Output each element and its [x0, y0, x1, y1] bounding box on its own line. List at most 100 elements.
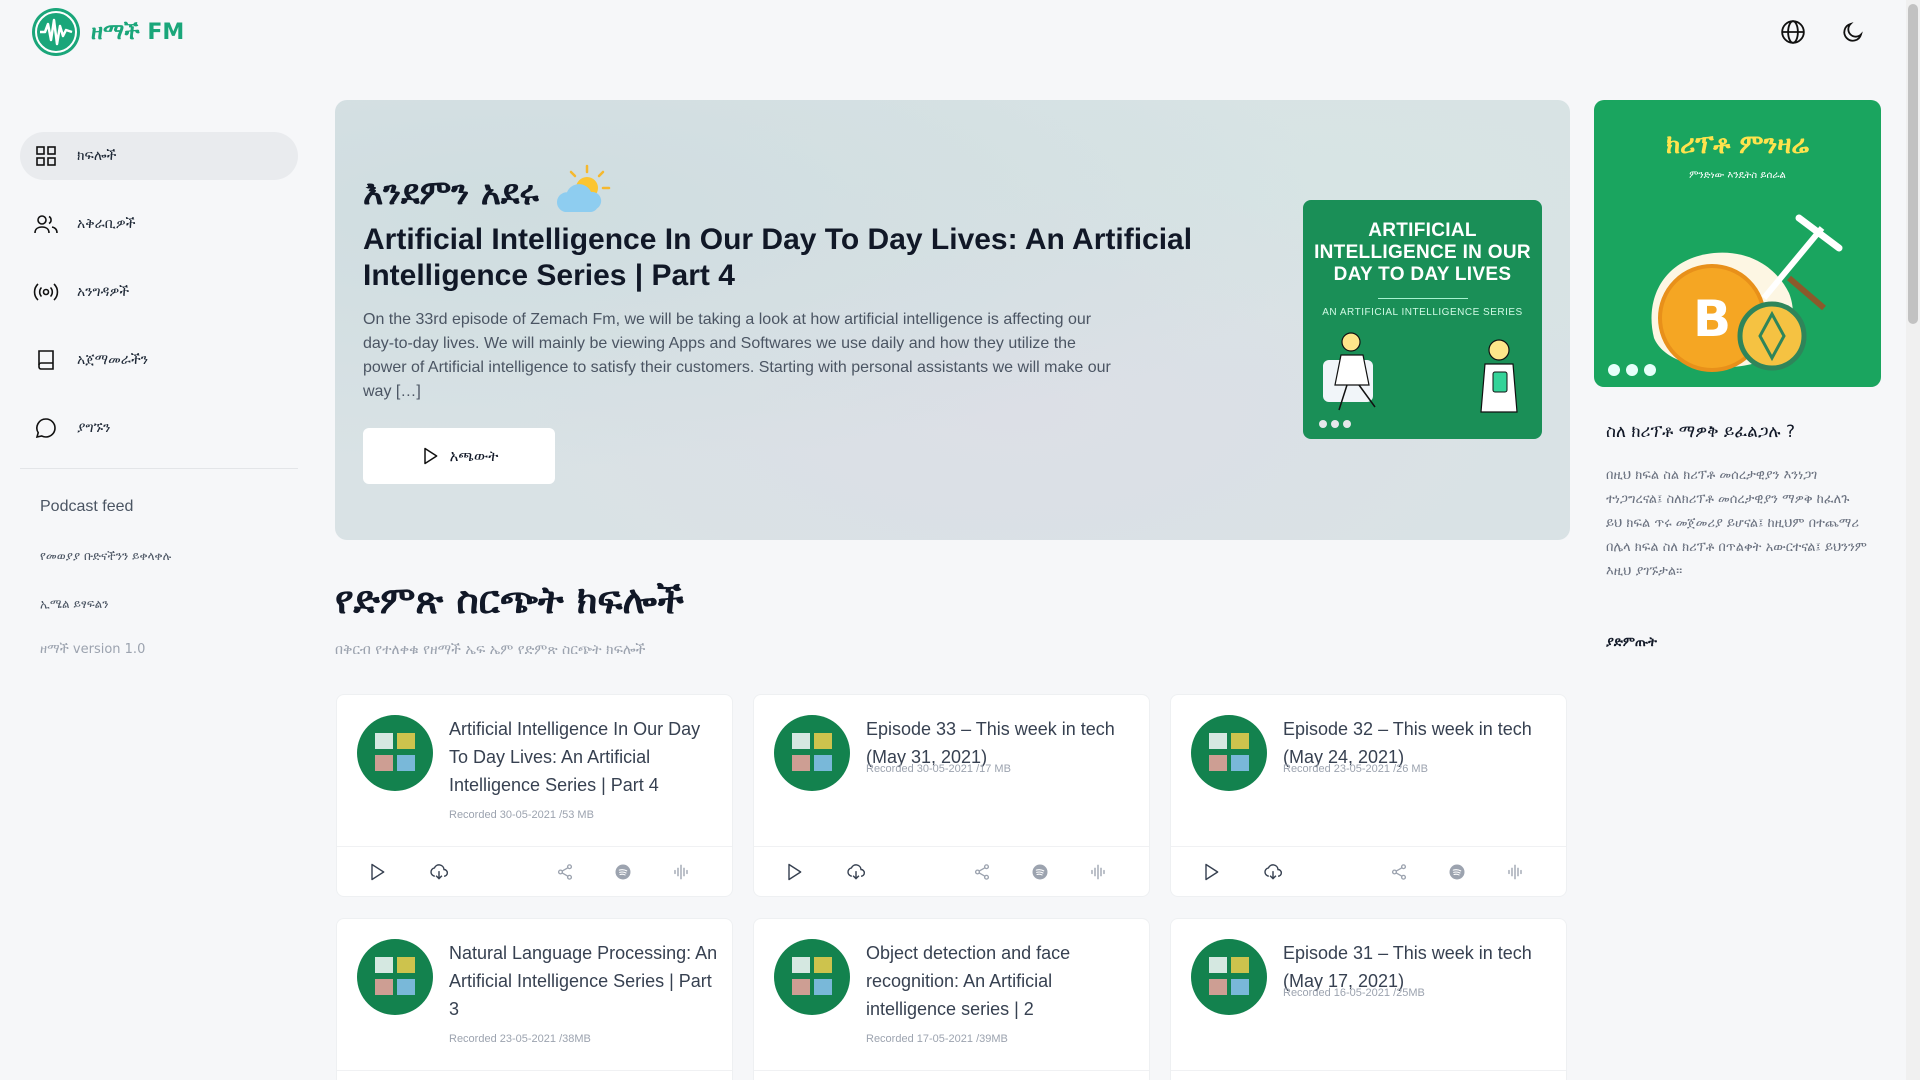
- greeting-text: እንደምን አደሩ: [363, 172, 539, 213]
- share-icon: [556, 863, 574, 881]
- download-button[interactable]: [1261, 860, 1285, 884]
- google-podcasts-button[interactable]: [1086, 860, 1110, 884]
- logo[interactable]: ዘማች FM: [32, 8, 184, 56]
- episode-meta: Recorded 30-05-2021 /53 MB: [449, 809, 594, 821]
- share-button[interactable]: [553, 860, 577, 884]
- play-icon: [367, 862, 387, 882]
- google-podcasts-button[interactable]: [1503, 860, 1527, 884]
- play-icon: [423, 447, 438, 465]
- spotify-icon: [1448, 863, 1466, 881]
- cloud-download-icon: [429, 862, 449, 882]
- episode-title[interactable]: Object detection and face recognition: A…: [866, 939, 1138, 1023]
- episode-meta: Recorded 23-05-2021 /38MB: [449, 1033, 591, 1045]
- page-scrollbar[interactable]: [1906, 0, 1920, 1080]
- sidebar-item-label: አጀማመራችን: [77, 352, 149, 368]
- episode-actions: [337, 846, 732, 896]
- podcast-feed-heading: Podcast feed: [40, 498, 134, 515]
- episode-meta: Recorded 23-05-2021 /26 MB: [1283, 763, 1428, 775]
- share-button[interactable]: [1387, 860, 1411, 884]
- share-icon: [1390, 863, 1408, 881]
- email-us-link[interactable]: ኢሜል ይፃፍልን: [40, 597, 109, 612]
- featured-episode-hero: እንደምን አደሩ Artificial Intelligence In Our…: [335, 100, 1570, 540]
- spotify-button[interactable]: [611, 860, 635, 884]
- sidebar-item-label: አቅራቢዎች: [77, 216, 136, 232]
- episode-thumbnail[interactable]: [1191, 715, 1267, 791]
- listen-link[interactable]: ያድምጡት: [1606, 635, 1657, 650]
- sidebar-item-label: ክፍሎች: [77, 148, 117, 164]
- sidebar-item-label: ያግኙን: [77, 420, 111, 436]
- language-globe-icon[interactable]: [1777, 16, 1809, 48]
- spotify-button[interactable]: [1028, 860, 1052, 884]
- join-group-link[interactable]: የመወያያ ቡድናችንን ይቀላቀሉ: [40, 549, 171, 564]
- sidebar-nav: ክፍሎች አቅራቢዎች አንግዳዎች አጀማመራችን ያግኙን: [20, 132, 298, 472]
- play-episode-button[interactable]: [782, 860, 806, 884]
- section-title: የድምጽ ስርጭት ክፍሎች: [335, 578, 684, 622]
- play-icon: [784, 862, 804, 882]
- featured-episode-cover: ARTIFICIAL INTELLIGENCE IN OUR DAY TO DA…: [1303, 200, 1542, 439]
- featured-episode-description: On the 33rd episode of Zemach Fm, we wil…: [363, 311, 1111, 400]
- about-crypto-title: ስለ ክሪፕቶ ማዎቅ ይፈልጋሉ ?: [1606, 422, 1796, 442]
- sidebar-divider: [20, 468, 298, 469]
- download-button[interactable]: [844, 860, 868, 884]
- cloud-download-icon: [846, 862, 866, 882]
- episode-card[interactable]: Artificial Intelligence In Our Day To Da…: [336, 694, 733, 897]
- episode-title[interactable]: Artificial Intelligence In Our Day To Da…: [449, 715, 721, 799]
- dark-mode-moon-icon[interactable]: [1837, 16, 1869, 48]
- spotify-button[interactable]: [1445, 860, 1469, 884]
- play-episode-button[interactable]: [1199, 860, 1223, 884]
- about-crypto-text: በዚህ ክፍል ስል ክሪፕቶ መሰረታዊያን እንነጋገ ተነጋግረናል፤ ስ…: [1606, 468, 1867, 579]
- spotify-icon: [1031, 863, 1049, 881]
- scrollbar-thumb[interactable]: [1908, 4, 1918, 324]
- share-button[interactable]: [970, 860, 994, 884]
- episode-meta: Recorded 17-05-2021 /39MB: [866, 1033, 1008, 1045]
- episode-card[interactable]: Episode 32 – This week in tech (May 24, …: [1170, 694, 1567, 897]
- episode-thumbnail[interactable]: [774, 715, 850, 791]
- logo-waveform-icon: [32, 8, 80, 56]
- logo-text: ዘማች FM: [91, 19, 185, 45]
- sidebar-item-guests[interactable]: አንግዳዎች: [20, 268, 298, 316]
- featured-episode-title[interactable]: Artificial Intelligence In Our Day To Da…: [363, 222, 1223, 294]
- episode-card[interactable]: Object detection and face recognition: A…: [753, 918, 1150, 1080]
- episode-thumbnail[interactable]: [357, 939, 433, 1015]
- partly-cloudy-weather-icon: [553, 162, 613, 223]
- chat-icon: [32, 414, 60, 442]
- google-podcasts-icon: [672, 863, 690, 881]
- sidebar-item-label: አንግዳዎች: [77, 284, 130, 300]
- sidebar-item-about[interactable]: አጀማመራችን: [20, 336, 298, 384]
- promo-title: ክሪፕቶ ምንዛሬ: [1666, 130, 1809, 160]
- episode-thumbnail[interactable]: [357, 715, 433, 791]
- crypto-coins-illustration: B: [1608, 214, 1843, 376]
- grid-icon: [32, 142, 60, 170]
- spotify-icon: [614, 863, 632, 881]
- google-podcasts-icon: [1089, 863, 1107, 881]
- episode-actions: [337, 1070, 732, 1080]
- sidebar-item-episodes[interactable]: ክፍሎች: [20, 132, 298, 180]
- people-illustration: [1319, 332, 1518, 428]
- episode-card[interactable]: Episode 31 – This week in tech (May 17, …: [1170, 918, 1567, 1080]
- broadcast-icon: [32, 278, 60, 306]
- download-button[interactable]: [427, 860, 451, 884]
- episode-meta: Recorded 30-05-2021 /17 MB: [866, 763, 1011, 775]
- cloud-download-icon: [1263, 862, 1283, 882]
- episode-card[interactable]: Episode 33 – This week in tech (May 31, …: [753, 694, 1150, 897]
- google-podcasts-button[interactable]: [669, 860, 693, 884]
- cover-subtitle: AN ARTIFICIAL INTELLIGENCE SERIES: [1322, 307, 1523, 318]
- episode-meta: Recorded 16-05-2021 /25MB: [1283, 987, 1425, 999]
- crypto-promo-banner[interactable]: ክሪፕቶ ምንዛሬ ምንድነው እንዴትስ ይሰራል B: [1594, 100, 1881, 387]
- sidebar-item-contact[interactable]: ያግኙን: [20, 404, 298, 452]
- version-text: ዘማች version 1.0: [40, 642, 146, 657]
- greeting: እንደምን አደሩ: [363, 162, 613, 223]
- book-icon: [32, 346, 60, 374]
- play-button-label: አጫውት: [449, 447, 499, 465]
- cover-title: ARTIFICIAL INTELLIGENCE IN OUR DAY TO DA…: [1314, 220, 1531, 285]
- episode-actions: [1171, 1070, 1566, 1080]
- episode-card[interactable]: Natural Language Processing: An Artifici…: [336, 918, 733, 1080]
- episode-thumbnail[interactable]: [1191, 939, 1267, 1015]
- users-icon: [32, 210, 60, 238]
- episode-title[interactable]: Natural Language Processing: An Artifici…: [449, 939, 721, 1023]
- sidebar-item-hosts[interactable]: አቅራቢዎች: [20, 200, 298, 248]
- section-subtitle: በቅርብ የተለቀቁ የዘማች ኤፍ ኤም የድምጽ ስርጭት ክፍሎች: [335, 642, 646, 658]
- episode-thumbnail[interactable]: [774, 939, 850, 1015]
- play-episode-button[interactable]: [365, 860, 389, 884]
- play-button[interactable]: አጫውት: [363, 428, 555, 484]
